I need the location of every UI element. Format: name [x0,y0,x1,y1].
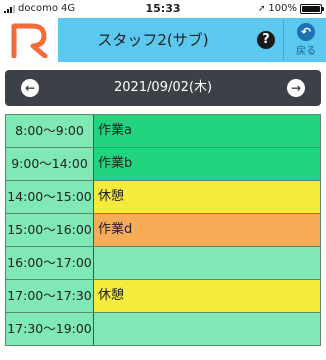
app-logo [0,18,58,62]
time-slot: 16:00〜17:00 [5,247,94,279]
task-cell[interactable] [94,313,321,345]
schedule-row[interactable]: 16:00〜17:00 [5,247,321,280]
schedule-table: 8:00〜9:00 作業a 9:00〜14:00 作業b 14:00〜15:00… [5,114,321,346]
task-cell[interactable]: 作業b [94,148,321,180]
undo-icon: ↶ [297,23,315,41]
location-arrow-icon: ➚ [257,3,266,14]
back-button[interactable]: ↶ 戻る [287,20,325,60]
time-slot: 8:00〜9:00 [5,115,94,147]
battery-icon [300,3,324,14]
schedule-row[interactable]: 8:00〜9:00 作業a [5,115,321,148]
task-cell[interactable]: 休憩 [94,181,321,213]
schedule-row[interactable]: 17:00〜17:30 休憩 [5,280,321,313]
back-label: 戻る [296,46,316,57]
schedule-row[interactable]: 9:00〜14:00 作業b [5,148,321,181]
task-cell[interactable] [94,247,321,279]
task-cell[interactable]: 作業a [94,115,321,147]
logo-r-icon [11,23,48,58]
app-header: スタッフ2(サブ) ? ↶ 戻る [0,18,326,62]
next-day-arrow-icon[interactable]: → [287,79,305,97]
schedule-row[interactable]: 17:30〜19:00 [5,313,321,346]
header-divider [283,20,284,60]
status-right: ➚ 100% [257,3,324,14]
time-slot: 14:00〜15:00 [5,181,94,213]
schedule-row[interactable]: 14:00〜15:00 休憩 [5,181,321,214]
time-slot: 15:00〜16:00 [5,214,94,246]
date-navigator: ← 2021/09/02(木) → [5,70,321,106]
time-slot: 9:00〜14:00 [5,148,94,180]
task-cell[interactable]: 休憩 [94,280,321,312]
help-icon[interactable]: ? [257,31,275,49]
time-slot: 17:30〜19:00 [5,313,94,345]
battery-percent: 100% [268,3,297,14]
page-title: スタッフ2(サブ) [97,31,209,49]
time-slot: 17:00〜17:30 [5,280,94,312]
task-cell[interactable]: 作業d [94,214,321,246]
schedule-row[interactable]: 15:00〜16:00 作業d [5,214,321,247]
current-date: 2021/09/02(木) [113,80,213,95]
status-bar: docomo 4G 15:33 ➚ 100% [0,0,326,18]
